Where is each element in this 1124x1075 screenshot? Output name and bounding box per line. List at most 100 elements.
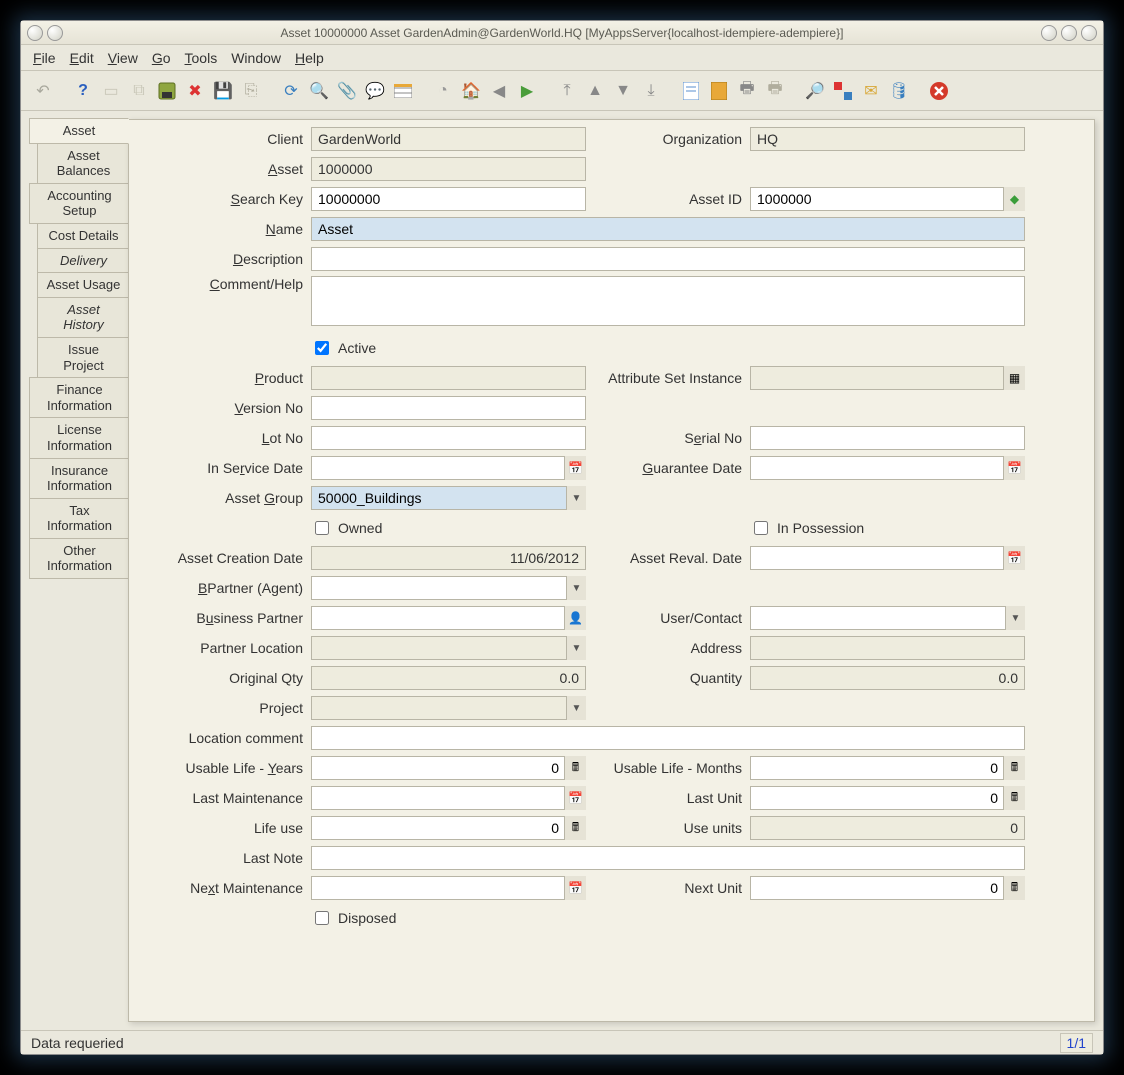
- menu-file[interactable]: File: [33, 50, 56, 66]
- checkbox-owned[interactable]: Owned: [311, 518, 586, 538]
- menu-help[interactable]: Help: [295, 50, 324, 66]
- copy-record-icon[interactable]: ⎘: [239, 79, 263, 103]
- grid-toggle-icon[interactable]: [391, 79, 415, 103]
- checkbox-disposed-input[interactable]: [315, 911, 329, 925]
- product-info-icon[interactable]: 🛢: [887, 79, 911, 103]
- tab-asset[interactable]: Asset: [29, 118, 129, 144]
- window-menu-button[interactable]: [27, 25, 43, 41]
- calendar-icon[interactable]: 📅: [564, 876, 586, 900]
- calendar-icon[interactable]: 📅: [1003, 546, 1025, 570]
- checkbox-owned-input[interactable]: [315, 521, 329, 535]
- tab-asset-usage[interactable]: Asset Usage: [37, 272, 129, 298]
- dropdown-icon[interactable]: ▼: [566, 576, 586, 600]
- tab-asset-history[interactable]: Asset History: [37, 297, 129, 338]
- forward-icon[interactable]: ▶: [515, 79, 539, 103]
- checkbox-in-possession-input[interactable]: [754, 521, 768, 535]
- menu-tools[interactable]: Tools: [185, 50, 218, 66]
- calculator-icon[interactable]: 🖩: [1003, 756, 1025, 780]
- field-address[interactable]: [750, 636, 1025, 660]
- workflow-icon[interactable]: [831, 79, 855, 103]
- find-icon[interactable]: 🔍: [307, 79, 331, 103]
- zoom-across-icon[interactable]: 🔎: [803, 79, 827, 103]
- field-reval-date[interactable]: [750, 546, 1025, 570]
- field-guarantee[interactable]: [750, 456, 1025, 480]
- bpartner-lookup-icon[interactable]: 👤: [564, 606, 586, 630]
- tab-finance-information[interactable]: Finance Information: [29, 377, 129, 418]
- menu-view[interactable]: View: [108, 50, 138, 66]
- first-icon[interactable]: ⤒: [555, 79, 579, 103]
- dropdown-icon[interactable]: ▼: [566, 486, 586, 510]
- field-partner-location[interactable]: [311, 636, 586, 660]
- field-comment[interactable]: [311, 276, 1025, 326]
- report-icon[interactable]: [679, 79, 703, 103]
- field-project[interactable]: [311, 696, 586, 720]
- checkbox-active[interactable]: Active: [311, 338, 586, 358]
- attr-set-button-icon[interactable]: ▦: [1003, 366, 1025, 390]
- delete-icon[interactable]: ✖: [183, 79, 207, 103]
- last-icon[interactable]: ⤓: [639, 79, 663, 103]
- calculator-icon[interactable]: 🖩: [564, 756, 586, 780]
- home-icon[interactable]: 🏠: [459, 79, 483, 103]
- dropdown-icon[interactable]: ▼: [1005, 606, 1025, 630]
- calendar-icon[interactable]: 📅: [1003, 456, 1025, 480]
- archive-icon[interactable]: [707, 79, 731, 103]
- field-serial-no[interactable]: [750, 426, 1025, 450]
- close-button[interactable]: [1081, 25, 1097, 41]
- menu-go[interactable]: Go: [152, 50, 171, 66]
- next-icon[interactable]: ▼: [611, 79, 635, 103]
- field-last-note[interactable]: [311, 846, 1025, 870]
- field-life-use[interactable]: [311, 816, 586, 840]
- copy-icon[interactable]: ⧉: [127, 79, 151, 103]
- undo-icon[interactable]: ↶: [31, 79, 55, 103]
- field-last-maintenance[interactable]: [311, 786, 586, 810]
- new-icon[interactable]: ▭: [99, 79, 123, 103]
- checkbox-active-input[interactable]: [315, 341, 329, 355]
- field-name[interactable]: [311, 217, 1025, 241]
- print-icon[interactable]: 🖶: [735, 79, 759, 103]
- chat-icon[interactable]: 💬: [363, 79, 387, 103]
- exit-icon[interactable]: [927, 79, 951, 103]
- calculator-icon[interactable]: 🖩: [564, 816, 586, 840]
- field-attr-set[interactable]: [750, 366, 1025, 390]
- back-icon[interactable]: ◀: [487, 79, 511, 103]
- tab-other-information[interactable]: Other Information: [29, 538, 129, 579]
- menu-edit[interactable]: Edit: [70, 50, 94, 66]
- tab-license-information[interactable]: License Information: [29, 417, 129, 458]
- tab-delivery[interactable]: Delivery: [37, 248, 129, 274]
- calendar-icon[interactable]: 📅: [564, 786, 586, 810]
- tab-accounting-setup[interactable]: Accounting Setup: [29, 183, 129, 224]
- dropdown-icon[interactable]: ▼: [566, 696, 586, 720]
- calculator-icon[interactable]: 🖩: [1003, 876, 1025, 900]
- window-pin-button[interactable]: [47, 25, 63, 41]
- tab-issue-project[interactable]: Issue Project: [37, 337, 129, 378]
- field-version-no[interactable]: [311, 396, 586, 420]
- field-next-maintenance[interactable]: [311, 876, 586, 900]
- minimize-button[interactable]: [1041, 25, 1057, 41]
- field-product[interactable]: [311, 366, 586, 390]
- asset-id-lookup-icon[interactable]: ◆: [1003, 187, 1025, 211]
- refresh-icon[interactable]: ⟳: [279, 79, 303, 103]
- field-next-unit[interactable]: [750, 876, 1025, 900]
- field-last-unit[interactable]: [750, 786, 1025, 810]
- field-usable-life-months[interactable]: [750, 756, 1025, 780]
- field-asset-group[interactable]: [311, 486, 586, 510]
- calculator-icon[interactable]: 🖩: [1003, 786, 1025, 810]
- field-location-comment[interactable]: [311, 726, 1025, 750]
- field-in-service[interactable]: [311, 456, 586, 480]
- tab-cost-details[interactable]: Cost Details: [37, 223, 129, 249]
- request-icon[interactable]: ✉: [859, 79, 883, 103]
- help-icon[interactable]: ?: [71, 79, 95, 103]
- tab-asset-balances[interactable]: Asset Balances: [37, 143, 129, 184]
- field-bpartner-agent[interactable]: [311, 576, 586, 600]
- field-search-key[interactable]: [311, 187, 586, 211]
- field-usable-life-years[interactable]: [311, 756, 586, 780]
- field-business-partner[interactable]: [311, 606, 586, 630]
- tab-tax-information[interactable]: Tax Information: [29, 498, 129, 539]
- field-user-contact[interactable]: [750, 606, 1025, 630]
- print-preview-icon[interactable]: 🖶: [763, 79, 787, 103]
- field-lot-no[interactable]: [311, 426, 586, 450]
- history-icon[interactable]: ◔: [431, 79, 455, 103]
- attachment-icon[interactable]: 📎: [335, 79, 359, 103]
- checkbox-in-possession[interactable]: In Possession: [750, 518, 1025, 538]
- calendar-icon[interactable]: 📅: [564, 456, 586, 480]
